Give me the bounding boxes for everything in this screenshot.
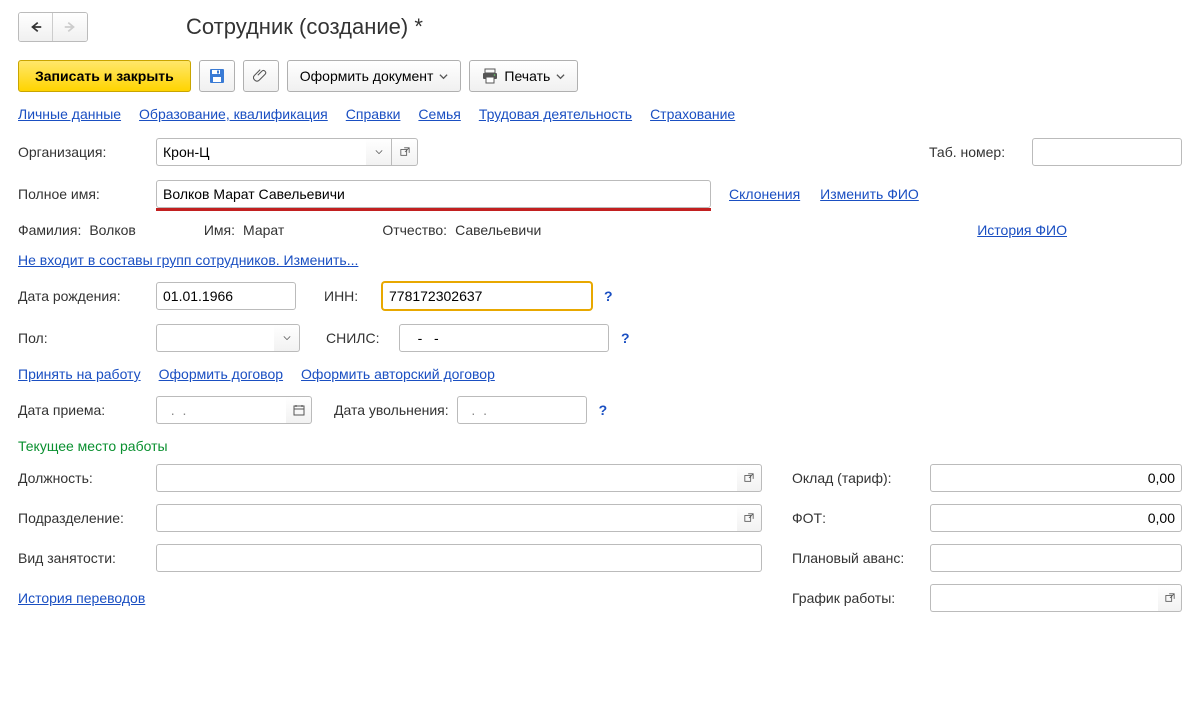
- patronymic-value: Савельевичи: [455, 222, 541, 238]
- open-button[interactable]: [737, 464, 762, 492]
- tab-education[interactable]: Образование, квалификация: [139, 106, 328, 122]
- gender-input[interactable]: [156, 324, 274, 352]
- schedule-label: График работы:: [792, 590, 922, 606]
- dropdown-button[interactable]: [366, 138, 392, 166]
- nav-back-button[interactable]: [19, 13, 53, 41]
- contract-link[interactable]: Оформить договор: [159, 366, 283, 382]
- employment-label: Вид занятости:: [18, 550, 148, 566]
- author-contract-link[interactable]: Оформить авторский договор: [301, 366, 495, 382]
- org-label: Организация:: [18, 144, 148, 160]
- inn-input[interactable]: [382, 282, 592, 310]
- organization-combo[interactable]: [156, 138, 418, 166]
- surname-label: Фамилия:: [18, 222, 81, 238]
- nav-forward-button[interactable]: [53, 13, 87, 41]
- create-document-button[interactable]: Оформить документ: [287, 60, 462, 92]
- tabnum-input[interactable]: [1032, 138, 1182, 166]
- tab-personal[interactable]: Личные данные: [18, 106, 121, 122]
- department-input[interactable]: [156, 504, 737, 532]
- section-current-workplace: Текущее место работы: [18, 438, 1182, 454]
- employment-input[interactable]: [156, 544, 762, 572]
- position-combo[interactable]: [156, 464, 762, 492]
- chevron-down-icon: [556, 72, 565, 81]
- name-label: Имя:: [204, 222, 235, 238]
- paperclip-icon: [253, 68, 269, 84]
- organization-input[interactable]: [156, 138, 366, 166]
- gender-combo[interactable]: [156, 324, 300, 352]
- chevron-down-icon: [439, 72, 448, 81]
- position-label: Должность:: [18, 470, 148, 486]
- fot-input[interactable]: [930, 504, 1182, 532]
- advance-label: Плановый аванс:: [792, 550, 922, 566]
- gender-label: Пол:: [18, 330, 148, 346]
- hire-link[interactable]: Принять на работу: [18, 366, 141, 382]
- inn-label: ИНН:: [324, 288, 374, 304]
- print-button[interactable]: Печать: [469, 60, 578, 92]
- name-value: Марат: [243, 222, 284, 238]
- open-icon: [400, 147, 410, 157]
- history-fio-link[interactable]: История ФИО: [977, 222, 1067, 238]
- transfer-history-link[interactable]: История переводов: [18, 590, 145, 606]
- position-input[interactable]: [156, 464, 737, 492]
- groups-link[interactable]: Не входит в составы групп сотрудников. И…: [18, 252, 358, 268]
- declensions-link[interactable]: Склонения: [729, 186, 800, 202]
- spellcheck-underline: [162, 208, 442, 211]
- change-fio-link[interactable]: Изменить ФИО: [820, 186, 919, 202]
- fullname-input[interactable]: [156, 180, 711, 208]
- page-title: Сотрудник (создание) *: [186, 14, 423, 40]
- floppy-icon: [209, 68, 225, 84]
- birthdate-label: Дата рождения:: [18, 288, 148, 304]
- toolbar: Записать и закрыть Оформить документ Печ…: [18, 60, 1182, 92]
- save-button[interactable]: [199, 60, 235, 92]
- dropdown-button[interactable]: [274, 324, 300, 352]
- calendar-icon: [293, 404, 305, 416]
- schedule-combo[interactable]: [930, 584, 1182, 612]
- salary-label: Оклад (тариф):: [792, 470, 922, 486]
- attach-button[interactable]: [243, 60, 279, 92]
- snils-input[interactable]: [399, 324, 609, 352]
- birthdate-input[interactable]: [156, 282, 296, 310]
- firedate-label: Дата увольнения:: [334, 402, 449, 418]
- save-close-button[interactable]: Записать и закрыть: [18, 60, 191, 92]
- firedate-input[interactable]: [457, 396, 587, 424]
- salary-input[interactable]: [930, 464, 1182, 492]
- tab-work-activity[interactable]: Трудовая деятельность: [479, 106, 632, 122]
- department-combo[interactable]: [156, 504, 762, 532]
- hiredate-input[interactable]: [156, 396, 286, 424]
- printer-icon: [482, 68, 498, 84]
- open-button[interactable]: [392, 138, 418, 166]
- hiredate-group[interactable]: [156, 396, 312, 424]
- snils-help[interactable]: ?: [621, 330, 630, 346]
- fullname-label: Полное имя:: [18, 186, 148, 202]
- fot-label: ФОТ:: [792, 510, 922, 526]
- firedate-help[interactable]: ?: [599, 402, 608, 418]
- department-label: Подразделение:: [18, 510, 148, 526]
- advance-input[interactable]: [930, 544, 1182, 572]
- tab-family[interactable]: Семья: [418, 106, 460, 122]
- open-button[interactable]: [1158, 584, 1182, 612]
- open-button[interactable]: [737, 504, 762, 532]
- hiredate-label: Дата приема:: [18, 402, 148, 418]
- tab-insurance[interactable]: Страхование: [650, 106, 735, 122]
- inn-help[interactable]: ?: [604, 288, 613, 304]
- tab-certificates[interactable]: Справки: [346, 106, 401, 122]
- schedule-input[interactable]: [930, 584, 1158, 612]
- tabs: Личные данные Образование, квалификация …: [18, 106, 1182, 122]
- patronymic-label: Отчество:: [382, 222, 447, 238]
- tabnum-label: Таб. номер:: [929, 144, 1024, 160]
- surname-value: Волков: [89, 222, 136, 238]
- snils-label: СНИЛС:: [326, 330, 391, 346]
- calendar-button[interactable]: [286, 396, 312, 424]
